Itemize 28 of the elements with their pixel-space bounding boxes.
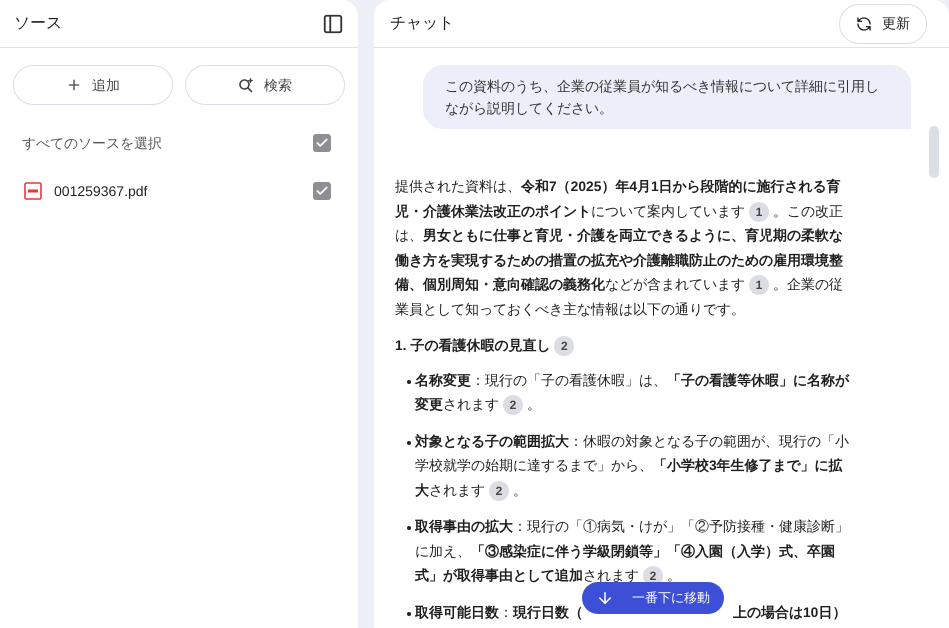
add-source-button[interactable]: 追加: [13, 65, 173, 105]
checkbox[interactable]: [313, 182, 331, 200]
bullet-text: 名称変更：現行の「子の看護休暇」は、「子の看護等休暇」に名称が変更されます 2 。: [415, 368, 853, 418]
discover-button[interactable]: 検索: [185, 65, 345, 105]
plus-icon: [66, 77, 82, 93]
refresh-icon: [856, 16, 872, 32]
panel-title: ソース: [14, 14, 62, 34]
bullet-icon: [407, 612, 411, 616]
user-message: この資料のうち、企業の従業員が知るべき情報について詳細に引用しながら説明してください。: [423, 65, 911, 129]
scrollbar-thumb: [929, 126, 939, 178]
bullet-icon: [407, 380, 411, 384]
bullet-text: 対象となる子の範囲拡大：休暇の対象となる子の範囲が、現行の「小学校就学の始期に達するまで」から、「小学校3年生修了まで」に拡大されます 2 。: [415, 430, 853, 503]
response-paragraph: 提供された資料は、令和7（2025）年4月1日から段階的に施行される育児・介護休業法改正のポイントについて案内しています 1 。この改正は、男女ともに仕事と育児・介護を両立できるように、育児期の柔軟な働き方を実現するための措置の拡充や介護離職防止のための雇用環境整備、個別周知・意向確認の義務化などが含まれています 1 。企業の従業員として知っておくべき主な情報は以下の通りです。: [395, 178, 844, 318]
arrow-down-icon: [596, 589, 614, 607]
checkbox[interactable]: [313, 134, 331, 152]
bullet-icon: [407, 526, 411, 530]
bullet-icon: [407, 440, 411, 444]
check-icon: [315, 136, 329, 150]
section-heading: 1. 子の看護休暇の見直し 2: [395, 334, 853, 358]
pdf-file-icon: [24, 182, 42, 200]
source-name[interactable]: 001259367.pdf: [54, 180, 148, 202]
search-sparkle-icon: [238, 77, 254, 93]
scroll-to-bottom-button[interactable]: 一番下に移動: [582, 582, 724, 614]
panel-title: チャット: [390, 14, 454, 34]
sidebar-toggle-icon[interactable]: [322, 12, 344, 34]
refresh-button[interactable]: 更新: [839, 4, 927, 44]
select-all-label: すべてのソースを選択: [22, 134, 162, 152]
check-icon: [315, 184, 329, 198]
